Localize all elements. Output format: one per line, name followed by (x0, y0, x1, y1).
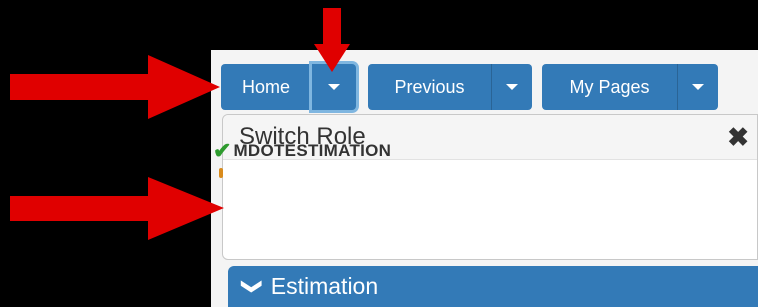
annotation-arrows (10, 8, 350, 240)
right-arrow-icon (10, 177, 224, 240)
right-arrow-icon (10, 55, 220, 119)
down-arrow-icon (314, 8, 350, 72)
